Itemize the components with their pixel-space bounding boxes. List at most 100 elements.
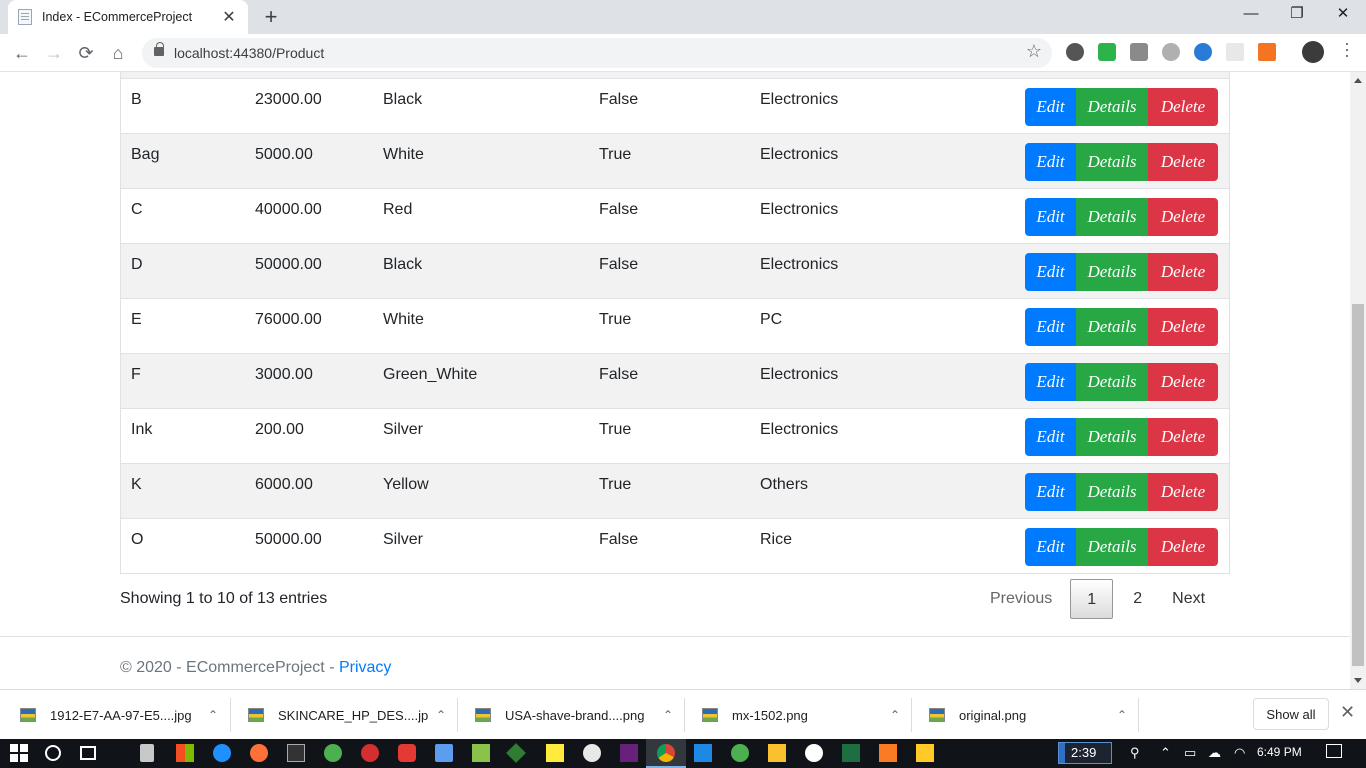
tray-chevron-icon[interactable]: ⌃ bbox=[1160, 745, 1171, 761]
wifi-icon[interactable]: ◠ bbox=[1234, 745, 1245, 761]
camera-extension-icon[interactable] bbox=[1130, 43, 1148, 61]
bookmark-star-icon[interactable]: ☆ bbox=[1026, 41, 1042, 62]
app-icon[interactable] bbox=[361, 744, 379, 762]
delete-button[interactable]: Delete bbox=[1148, 473, 1218, 511]
delete-button[interactable]: Delete bbox=[1148, 143, 1218, 181]
chevron-up-icon[interactable]: ⌃ bbox=[208, 708, 218, 722]
page-1-button[interactable]: 1 bbox=[1070, 579, 1114, 619]
chevron-up-icon[interactable]: ⌃ bbox=[663, 708, 673, 722]
chevron-up-icon[interactable]: ⌃ bbox=[1117, 708, 1127, 722]
forward-arrow-icon[interactable]: → bbox=[40, 40, 68, 66]
grid-extension-icon[interactable] bbox=[1226, 43, 1244, 61]
network-icon[interactable]: ☁ bbox=[1208, 745, 1221, 761]
edit-button[interactable]: Edit bbox=[1025, 363, 1076, 401]
chrome-icon[interactable] bbox=[657, 744, 675, 762]
vscode-icon[interactable] bbox=[694, 744, 712, 762]
edge-icon[interactable] bbox=[213, 744, 231, 762]
scrollbar-thumb[interactable] bbox=[1352, 304, 1364, 666]
battery-icon[interactable]: ▭ bbox=[1184, 745, 1196, 761]
download-item[interactable]: original.png ⌃ bbox=[909, 690, 1127, 740]
scroll-down-arrow-icon[interactable] bbox=[1354, 678, 1362, 683]
firefox-icon[interactable] bbox=[250, 744, 268, 762]
page-2-button[interactable]: 2 bbox=[1123, 579, 1152, 619]
windows-start-icon[interactable] bbox=[10, 744, 28, 762]
shield-extension-icon[interactable] bbox=[1098, 43, 1116, 61]
details-button[interactable]: Details bbox=[1076, 253, 1148, 291]
store-icon[interactable] bbox=[176, 744, 194, 762]
compass-extension-icon[interactable] bbox=[1162, 43, 1180, 61]
visual-studio-icon[interactable] bbox=[620, 744, 638, 762]
taskbar-counter-box[interactable]: 2:39 bbox=[1058, 742, 1112, 764]
edit-button[interactable]: Edit bbox=[1025, 418, 1076, 456]
new-tab-button[interactable]: + bbox=[258, 4, 284, 30]
details-button[interactable]: Details bbox=[1076, 418, 1148, 456]
close-shelf-icon[interactable]: ✕ bbox=[1340, 702, 1355, 723]
download-item[interactable]: SKINCARE_HP_DES....jpg ⌃ bbox=[228, 690, 446, 740]
download-item[interactable]: 1912-E7-AA-97-E5....jpg ⌃ bbox=[0, 690, 218, 740]
back-arrow-icon[interactable]: ← bbox=[8, 40, 36, 66]
delete-button[interactable]: Delete bbox=[1148, 308, 1218, 346]
app-icon[interactable] bbox=[768, 744, 786, 762]
app-icon[interactable] bbox=[546, 744, 564, 762]
delete-button[interactable]: Delete bbox=[1148, 253, 1218, 291]
details-button[interactable]: Details bbox=[1076, 473, 1148, 511]
address-bar[interactable]: localhost:44380/Product ☆ bbox=[142, 38, 1052, 68]
browser-tab[interactable]: Index - ECommerceProject ✕ bbox=[8, 0, 248, 34]
xampp-icon[interactable] bbox=[879, 744, 897, 762]
details-button[interactable]: Details bbox=[1076, 363, 1148, 401]
edit-button[interactable]: Edit bbox=[1025, 198, 1076, 236]
calculator-icon[interactable] bbox=[140, 744, 154, 762]
delete-button[interactable]: Delete bbox=[1148, 198, 1218, 236]
app-icon[interactable] bbox=[805, 744, 823, 762]
delete-button[interactable]: Delete bbox=[1148, 363, 1218, 401]
details-button[interactable]: Details bbox=[1076, 198, 1148, 236]
people-icon[interactable]: ⚲ bbox=[1130, 745, 1140, 761]
taskbar-clock[interactable]: 6:49 PM bbox=[1257, 745, 1302, 759]
details-button[interactable]: Details bbox=[1076, 528, 1148, 566]
task-view-icon[interactable] bbox=[80, 746, 96, 760]
chevron-up-icon[interactable]: ⌃ bbox=[890, 708, 900, 722]
app-icon[interactable] bbox=[506, 743, 526, 763]
file-explorer-icon[interactable] bbox=[916, 744, 934, 762]
edit-button[interactable]: Edit bbox=[1025, 88, 1076, 126]
app-icon[interactable] bbox=[583, 744, 601, 762]
home-icon[interactable]: ⌂ bbox=[104, 40, 132, 66]
show-all-button[interactable]: Show all bbox=[1253, 698, 1329, 730]
menu-dots-icon[interactable]: · · · bbox=[1340, 34, 1354, 64]
download-item[interactable]: USA-shave-brand....png ⌃ bbox=[455, 690, 673, 740]
scroll-up-arrow-icon[interactable] bbox=[1354, 78, 1362, 83]
details-button[interactable]: Details bbox=[1076, 308, 1148, 346]
off-extension-icon[interactable] bbox=[1258, 43, 1276, 61]
edit-button[interactable]: Edit bbox=[1025, 143, 1076, 181]
search-icon[interactable] bbox=[45, 745, 61, 761]
edit-button[interactable]: Edit bbox=[1025, 528, 1076, 566]
privacy-link[interactable]: Privacy bbox=[339, 659, 391, 676]
download-item[interactable]: mx-1502.png ⌃ bbox=[682, 690, 900, 740]
details-button[interactable]: Details bbox=[1076, 88, 1148, 126]
chevron-up-icon[interactable]: ⌃ bbox=[436, 708, 446, 722]
window-close-button[interactable]: ✕ bbox=[1320, 0, 1366, 30]
next-page-button[interactable]: Next bbox=[1162, 579, 1215, 619]
delete-button[interactable]: Delete bbox=[1148, 528, 1218, 566]
minimize-button[interactable]: — bbox=[1228, 0, 1274, 30]
app-icon[interactable] bbox=[731, 744, 749, 762]
extension-icon[interactable] bbox=[1066, 43, 1084, 61]
excel-icon[interactable] bbox=[842, 744, 860, 762]
page-scrollbar[interactable] bbox=[1350, 72, 1366, 689]
reload-icon[interactable]: ⟳ bbox=[72, 40, 100, 66]
edit-button[interactable]: Edit bbox=[1025, 308, 1076, 346]
edit-button[interactable]: Edit bbox=[1025, 253, 1076, 291]
delete-button[interactable]: Delete bbox=[1148, 88, 1218, 126]
app-icon[interactable] bbox=[398, 744, 416, 762]
box-icon[interactable] bbox=[435, 744, 453, 762]
delete-button[interactable]: Delete bbox=[1148, 418, 1218, 456]
edit-button[interactable]: Edit bbox=[1025, 473, 1076, 511]
restore-button[interactable]: ❐ bbox=[1274, 0, 1320, 30]
app-icon[interactable] bbox=[324, 744, 342, 762]
previous-page-button[interactable]: Previous bbox=[980, 579, 1062, 619]
globe-extension-icon[interactable] bbox=[1194, 43, 1212, 61]
tab-close-icon[interactable]: ✕ bbox=[220, 7, 238, 27]
android-icon[interactable] bbox=[472, 744, 490, 762]
profile-avatar[interactable] bbox=[1302, 41, 1324, 63]
details-button[interactable]: Details bbox=[1076, 143, 1148, 181]
